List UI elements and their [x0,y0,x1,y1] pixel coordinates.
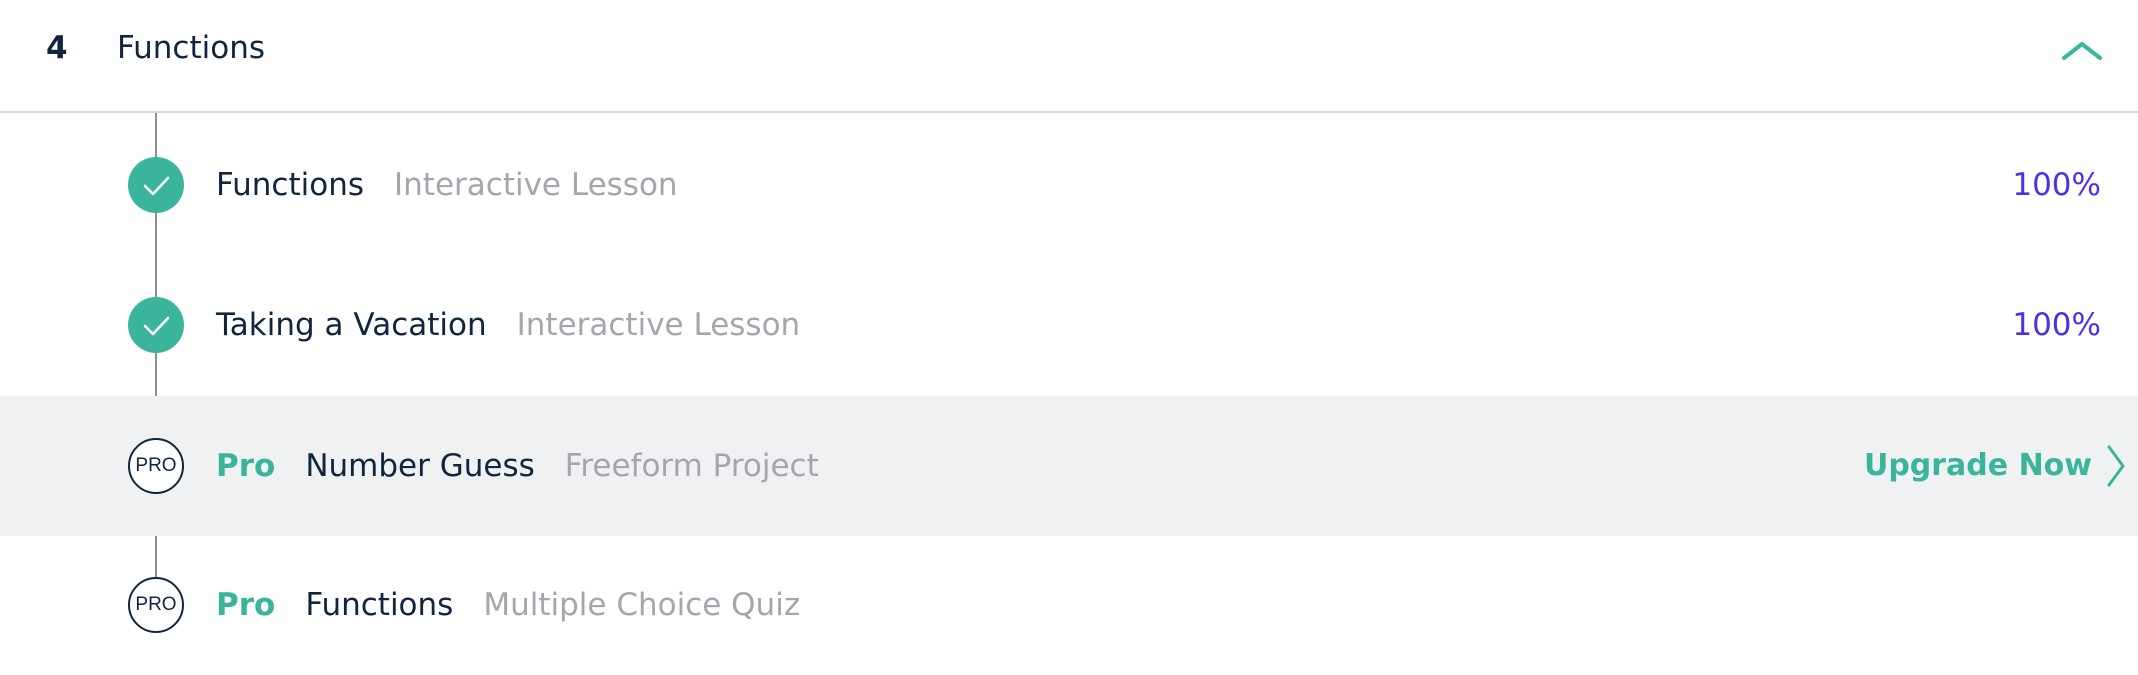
chevron-up-icon[interactable] [2060,32,2104,68]
section-header[interactable]: 4 Functions [0,0,2138,113]
lesson-title: Taking a Vacation [216,307,487,343]
pro-label: Pro [216,587,276,623]
lesson-row[interactable]: Functions Interactive Lesson 100% [0,115,2138,255]
pro-badge: PRO [128,438,184,494]
upgrade-now-label: Upgrade Now [1863,448,2092,483]
upgrade-now-link[interactable]: Upgrade Now [1864,438,2126,494]
lesson-title: Functions [216,167,365,203]
lesson-type: Multiple Choice Quiz [483,587,801,623]
chevron-right-icon [2107,445,2125,487]
section-title: Functions [117,30,266,66]
lesson-title: Number Guess [305,448,535,484]
lesson-progress: 100% [2012,307,2101,343]
lesson-type: Interactive Lesson [516,307,801,343]
lesson-row[interactable]: PRO Pro Number Guess Freeform Project Upgr… [0,396,2138,536]
checkmark-icon [128,157,184,213]
lesson-progress: 100% [2012,167,2101,203]
checkmark-icon [128,297,184,353]
lesson-type: Interactive Lesson [394,167,678,203]
pro-label: Pro [216,448,276,484]
pro-badge: PRO [128,577,184,633]
lesson-type: Freeform Project [564,448,819,484]
lesson-row[interactable]: PRO Pro Functions Multiple Choice Quiz [0,535,2138,675]
section-number: 4 [46,30,68,66]
lesson-title: Functions [305,587,454,623]
lesson-row[interactable]: Taking a Vacation Interactive Lesson 100% [0,255,2138,395]
